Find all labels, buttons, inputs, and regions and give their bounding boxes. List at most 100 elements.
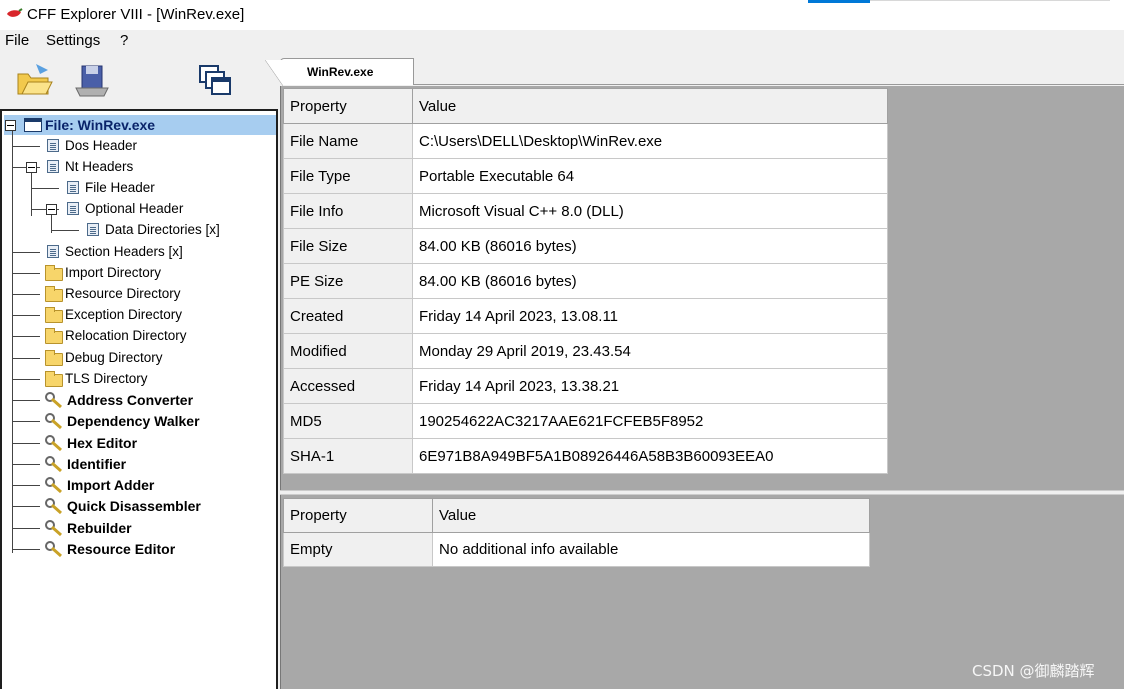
tool-icon [45, 541, 62, 558]
extra-info-table: Property Value Empty No additional info … [283, 498, 870, 567]
properties-pane: Property Value File Name C:\Users\DELL\De… [280, 86, 1124, 490]
property-cell: Empty [283, 532, 433, 567]
property-cell: PE Size [283, 263, 413, 299]
tab-label: WinRev.exe [307, 65, 374, 79]
value-cell[interactable]: 6E971B8A949BF5A1B08926446A58B3B60093EEA0 [412, 438, 888, 474]
open-folder-icon[interactable] [14, 60, 54, 100]
tree-item-tls-directory[interactable]: TLS Directory [2, 369, 274, 389]
collapse-icon[interactable] [26, 162, 37, 173]
tree-item-label: Address Converter [67, 392, 194, 408]
tree-connector [12, 421, 40, 422]
property-cell: File Size [283, 228, 413, 264]
tree-connector [12, 146, 40, 147]
tree-item-file-header[interactable]: File Header [2, 178, 274, 198]
table-row[interactable]: SHA-1 6E971B8A949BF5A1B08926446A58B3B6009… [283, 438, 888, 474]
toolbar [0, 52, 278, 108]
tree-item-relocation-directory[interactable]: Relocation Directory [2, 326, 274, 346]
tree-item-identifier[interactable]: Identifier [2, 454, 274, 474]
value-cell[interactable]: Portable Executable 64 [412, 158, 888, 194]
tree-item-label: Debug Directory [65, 350, 163, 365]
table-row[interactable]: File Type Portable Executable 64 [283, 158, 888, 194]
tree-connector [12, 528, 40, 529]
tree-item-label: Dos Header [65, 138, 138, 153]
folder-icon [45, 328, 63, 344]
watermark: CSDN @御麟踏辉 [972, 662, 1095, 680]
tree-item-address-converter[interactable]: Address Converter [2, 390, 274, 410]
table-row[interactable]: File Name C:\Users\DELL\Desktop\WinRev.ex… [283, 123, 888, 159]
table-row[interactable]: Empty No additional info available [283, 532, 870, 567]
title-bar-accent [808, 0, 870, 3]
value-cell[interactable]: Monday 29 April 2019, 23.43.54 [412, 333, 888, 369]
tree-item-data-directories[interactable]: Data Directories [x] [2, 220, 274, 240]
value-cell[interactable]: Microsoft Visual C++ 8.0 (DLL) [412, 193, 888, 229]
menu-file[interactable]: File [5, 32, 29, 49]
table-row[interactable]: Created Friday 14 April 2023, 13.08.11 [283, 298, 888, 334]
table-row[interactable]: PE Size 84.00 KB (86016 bytes) [283, 263, 888, 299]
pepper-icon [7, 8, 23, 17]
tree-item-optional-header[interactable]: Optional Header [2, 199, 274, 219]
value-cell[interactable]: C:\Users\DELL\Desktop\WinRev.exe [412, 123, 888, 159]
doc-icon [47, 160, 59, 173]
tree-item-label: File Header [85, 180, 155, 195]
tree-item-exception-directory[interactable]: Exception Directory [2, 305, 274, 325]
value-cell[interactable]: 84.00 KB (86016 bytes) [412, 263, 888, 299]
property-cell: File Type [283, 158, 413, 194]
tree-item-hex-editor[interactable]: Hex Editor [2, 433, 274, 453]
collapse-icon[interactable] [46, 204, 57, 215]
tree-item-resource-directory[interactable]: Resource Directory [2, 284, 274, 304]
tree-item-label: Data Directories [x] [105, 222, 220, 237]
table-row[interactable]: Modified Monday 29 April 2019, 23.43.54 [283, 333, 888, 369]
tree-connector [12, 358, 40, 359]
column-header-property[interactable]: Property [283, 498, 433, 533]
property-cell: Accessed [283, 368, 413, 404]
table-row[interactable]: File Size 84.00 KB (86016 bytes) [283, 228, 888, 264]
tree-item-label: Nt Headers [65, 159, 134, 174]
property-cell: Modified [283, 333, 413, 369]
menu-bar: File Settings ? [0, 30, 1124, 52]
tree-item-rebuilder[interactable]: Rebuilder [2, 518, 274, 538]
tree-connector [12, 273, 40, 274]
tree-connector [12, 485, 40, 486]
property-cell: File Name [283, 123, 413, 159]
tree-item-nt-headers[interactable]: Nt Headers [2, 157, 274, 177]
menu-help[interactable]: ? [120, 32, 128, 49]
doc-icon [67, 202, 79, 215]
table-header-row: Property Value [283, 498, 870, 533]
value-cell[interactable]: 84.00 KB (86016 bytes) [412, 228, 888, 264]
column-header-value[interactable]: Value [412, 88, 888, 124]
table-row[interactable]: Accessed Friday 14 April 2023, 13.38.21 [283, 368, 888, 404]
value-cell[interactable]: Friday 14 April 2023, 13.38.21 [412, 368, 888, 404]
value-cell[interactable]: Friday 14 April 2023, 13.08.11 [412, 298, 888, 334]
value-cell[interactable]: 190254622AC3217AAE621FCFEB5F8952 [412, 403, 888, 439]
tree-item-dos-header[interactable]: Dos Header [2, 136, 274, 156]
tree-item-resource-editor[interactable]: Resource Editor [2, 539, 274, 559]
tree-item-quick-disassembler[interactable]: Quick Disassembler [2, 496, 274, 516]
tree-item-root[interactable]: File: WinRev.exe [2, 115, 274, 135]
tree-connector [51, 230, 79, 231]
tree-item-label: Optional Header [85, 201, 184, 216]
menu-settings[interactable]: Settings [46, 32, 100, 49]
tree-panel[interactable]: File: WinRev.exe Dos Header Nt Headers F… [0, 109, 278, 689]
tree-item-section-headers[interactable]: Section Headers [x] [2, 242, 274, 262]
window-title: CFF Explorer VIII - [WinRev.exe] [27, 6, 245, 23]
column-header-value[interactable]: Value [432, 498, 870, 533]
table-row[interactable]: MD5 190254622AC3217AAE621FCFEB5F8952 [283, 403, 888, 439]
value-cell[interactable]: No additional info available [432, 532, 870, 567]
tree-item-debug-directory[interactable]: Debug Directory [2, 348, 274, 368]
tree-item-label: Dependency Walker [67, 413, 200, 429]
table-row[interactable]: File Info Microsoft Visual C++ 8.0 (DLL) [283, 193, 888, 229]
windows-icon[interactable] [196, 60, 236, 100]
folder-icon [45, 307, 63, 323]
tree-item-label: Import Directory [65, 265, 162, 280]
tab-winrev[interactable]: WinRev.exe [265, 58, 414, 86]
tree-item-label: Resource Directory [65, 286, 181, 301]
file-icon [24, 118, 42, 132]
tree-item-dependency-walker[interactable]: Dependency Walker [2, 411, 274, 431]
save-disk-icon[interactable] [72, 60, 112, 100]
column-header-property[interactable]: Property [283, 88, 413, 124]
tree-item-import-adder[interactable]: Import Adder [2, 475, 274, 495]
tree-item-label: Resource Editor [67, 541, 176, 557]
collapse-icon[interactable] [5, 120, 16, 131]
tree-item-import-directory[interactable]: Import Directory [2, 263, 274, 283]
tree-connector [12, 549, 40, 550]
